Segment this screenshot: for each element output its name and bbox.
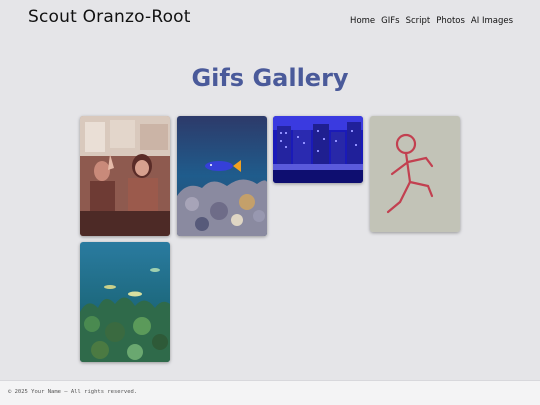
copyright-text: © 2025 Your Name — All rights reserved.	[8, 389, 138, 395]
site-title[interactable]: Scout Oranzo-Root	[28, 7, 191, 27]
gallery-item-people[interactable]	[80, 116, 170, 236]
night-city-image	[273, 116, 363, 183]
nav-gifs[interactable]: GIFs	[381, 16, 399, 26]
nav-home[interactable]: Home	[350, 16, 375, 26]
site-footer: © 2025 Your Name — All rights reserved.	[0, 380, 540, 405]
main-nav: Home GIFs Script Photos AI Images	[350, 16, 513, 26]
gallery-item-stick-figure[interactable]	[370, 116, 460, 232]
aquarium-fish-image	[177, 116, 267, 236]
stick-figure-running-image	[370, 116, 460, 232]
nav-script[interactable]: Script	[406, 16, 431, 26]
gallery-item-reef[interactable]	[80, 242, 170, 362]
site-header: Scout Oranzo-Root Home GIFs Script Photo…	[0, 0, 540, 40]
nav-ai-images[interactable]: AI Images	[471, 16, 513, 26]
gallery-item-city[interactable]	[273, 116, 363, 183]
page-heading: Gifs Gallery	[191, 64, 349, 92]
people-waving-image	[80, 116, 170, 236]
gallery-item-aquarium[interactable]	[177, 116, 267, 236]
nav-photos[interactable]: Photos	[436, 16, 465, 26]
coral-reef-image	[80, 242, 170, 362]
